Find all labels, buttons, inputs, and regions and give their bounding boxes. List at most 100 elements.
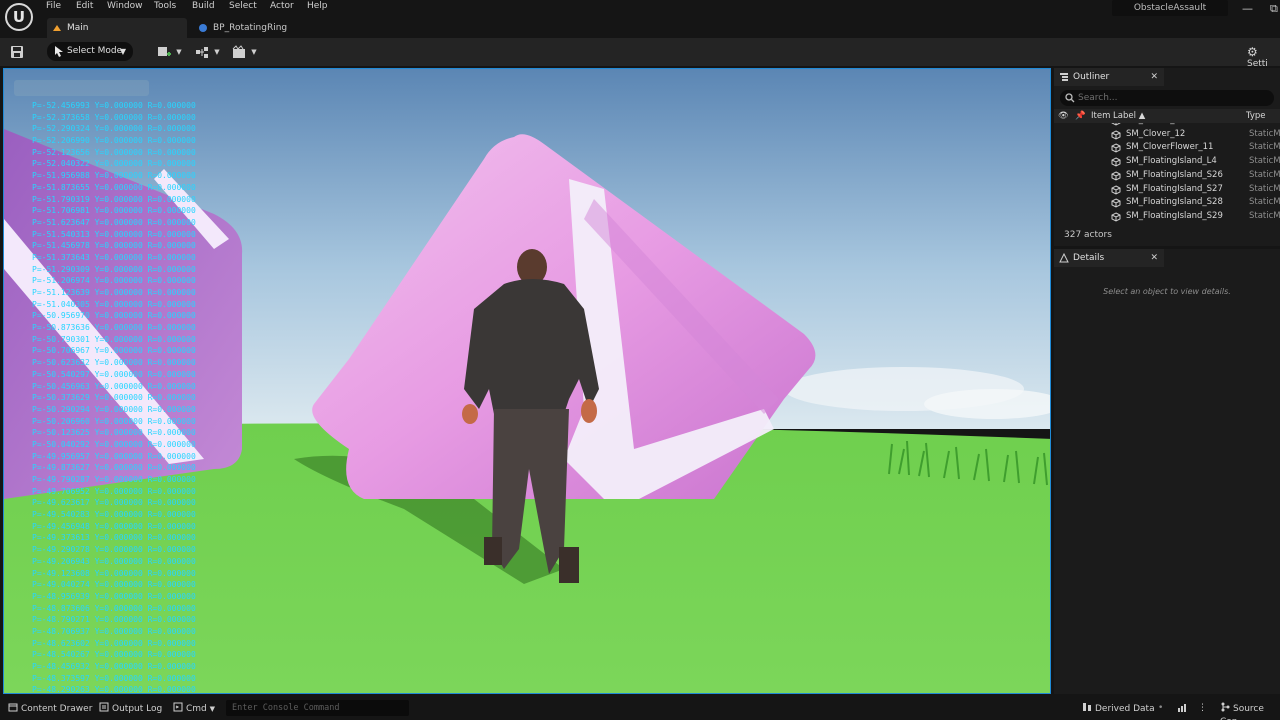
visibility-eye-icon[interactable]: 👁 bbox=[1058, 109, 1069, 123]
content-drawer-button[interactable]: Content Drawer bbox=[8, 702, 92, 716]
tab-main-label: Main bbox=[67, 23, 89, 33]
outliner-row[interactable]: SM_FloatingIsland_S26 StaticM bbox=[1054, 169, 1280, 183]
unreal-logo-icon[interactable]: U bbox=[5, 3, 33, 31]
debug-log-line: P=-48.956939 Y=0.000000 R=0.000000 bbox=[32, 591, 196, 601]
chevron-down-icon[interactable]: ▼ bbox=[172, 45, 186, 59]
outliner-row[interactable]: SM_FloatingIsland_L4 StaticM bbox=[1054, 155, 1280, 169]
tab-outliner[interactable]: Outliner ✕ bbox=[1054, 68, 1164, 86]
debug-log-line: P=-51.706981 Y=0.000000 R=0.000000 bbox=[32, 206, 196, 216]
cmd-dropdown[interactable]: Cmd ▼ bbox=[173, 702, 215, 716]
pin-icon[interactable]: 📌 bbox=[1075, 109, 1086, 123]
debug-log-line: P=-50.206960 Y=0.000000 R=0.000000 bbox=[32, 416, 196, 426]
output-log-icon bbox=[99, 702, 109, 712]
chevron-down-icon: ▼ bbox=[209, 705, 216, 713]
cursor-arrow-icon bbox=[55, 46, 63, 57]
debug-log-line: P=-51.790319 Y=0.000000 R=0.000000 bbox=[32, 194, 196, 204]
add-actor-icon[interactable] bbox=[157, 45, 171, 59]
output-log-button[interactable]: Output Log bbox=[99, 702, 162, 716]
menu-build[interactable]: Build bbox=[192, 1, 215, 11]
debug-log-line: P=-51.290309 Y=0.000000 R=0.000000 bbox=[32, 264, 196, 274]
outliner-panel: Outliner ✕ Search... 👁 📌 Item Label ▲ Ty… bbox=[1054, 68, 1280, 246]
viewport-options-bar[interactable] bbox=[14, 80, 149, 96]
tab-bp-label: BP_RotatingRing bbox=[213, 23, 288, 33]
outliner-row[interactable]: SM_Clover_12 StaticM bbox=[1054, 128, 1280, 142]
chevron-down-icon: ▼ bbox=[119, 47, 126, 56]
close-icon[interactable]: ✕ bbox=[1150, 68, 1158, 86]
settings-button[interactable]: ⚙ Setti bbox=[1247, 45, 1280, 69]
revision-control-icon[interactable] bbox=[1177, 703, 1187, 713]
debug-log-line: P=-49.956957 Y=0.000000 R=0.000000 bbox=[32, 451, 196, 461]
debug-log-line: P=-52.206990 Y=0.000000 R=0.000000 bbox=[32, 136, 196, 146]
outliner-row[interactable]: SM_FloatingIsland_S29 StaticM bbox=[1054, 210, 1280, 224]
outliner-row-type: StaticM bbox=[1249, 142, 1280, 153]
outliner-row-type: StaticM bbox=[1249, 156, 1280, 167]
outliner-row-label: SM_FloatingIsland_S26 bbox=[1126, 169, 1223, 180]
chevron-down-icon[interactable]: ▼ bbox=[247, 45, 261, 59]
debug-log-line: P=-50.040292 Y=0.000000 R=0.000000 bbox=[32, 439, 196, 449]
search-placeholder: Search... bbox=[1078, 93, 1118, 103]
content-drawer-label: Content Drawer bbox=[21, 704, 93, 714]
debug-log-line: P=-48.456932 Y=0.000000 R=0.000000 bbox=[32, 662, 196, 671]
menu-select[interactable]: Select bbox=[229, 1, 257, 11]
debug-log-line: P=-48.706937 Y=0.000000 R=0.000000 bbox=[32, 626, 196, 636]
chevron-down-icon[interactable]: ▼ bbox=[210, 45, 224, 59]
debug-log-line: P=-48.873606 Y=0.000000 R=0.000000 bbox=[32, 603, 196, 613]
debug-log-line: P=-51.540313 Y=0.000000 R=0.000000 bbox=[32, 229, 196, 239]
outliner-row-type: StaticM bbox=[1249, 210, 1280, 221]
close-icon[interactable]: ✕ bbox=[1150, 249, 1158, 267]
menu-actor[interactable]: Actor bbox=[270, 1, 294, 11]
debug-log-line: P=-49.456948 Y=0.000000 R=0.000000 bbox=[32, 521, 196, 531]
static-mesh-icon bbox=[1111, 157, 1121, 167]
debug-log-line: P=-50.790301 Y=0.000000 R=0.000000 bbox=[32, 334, 196, 344]
tab-bp-rotatingring[interactable]: BP_RotatingRing bbox=[193, 18, 313, 38]
project-name: ObstacleAssault bbox=[1112, 0, 1228, 16]
details-panel: Details ✕ Select an object to view detai… bbox=[1054, 249, 1280, 694]
derived-data-button[interactable]: Derived Data bbox=[1082, 702, 1155, 716]
source-control-button[interactable]: Source Con bbox=[1220, 702, 1280, 720]
cmd-label: Cmd bbox=[186, 704, 207, 714]
cinematics-icon[interactable] bbox=[232, 45, 246, 59]
outliner-row-label: SM_FloatingIsland_S27 bbox=[1126, 183, 1223, 194]
restore-icon[interactable]: ⧉ bbox=[1270, 2, 1278, 16]
level-viewport[interactable]: P=-52.456993 Y=0.000000 R=0.000000 P=-52.… bbox=[3, 68, 1051, 694]
details-tab-label: Details bbox=[1073, 253, 1105, 263]
tab-details[interactable]: Details ✕ bbox=[1054, 249, 1164, 267]
actor-count: 327 actors bbox=[1054, 225, 1280, 245]
menu-help[interactable]: Help bbox=[307, 1, 328, 11]
static-mesh-icon bbox=[1111, 171, 1121, 181]
debug-log-line: P=-51.456978 Y=0.000000 R=0.000000 bbox=[32, 241, 196, 251]
menu-file[interactable]: File bbox=[46, 1, 61, 11]
outliner-row[interactable]: SM_CloverFlower_11 StaticM bbox=[1054, 141, 1280, 155]
debug-log-line: P=-51.956988 Y=0.000000 R=0.000000 bbox=[32, 171, 196, 181]
debug-log-line: P=-51.040305 Y=0.000000 R=0.000000 bbox=[32, 299, 196, 309]
derived-data-label: Derived Data bbox=[1095, 704, 1155, 714]
col-item-label[interactable]: Item Label ▲ bbox=[1091, 109, 1145, 123]
details-empty-message: Select an object to view details. bbox=[1103, 287, 1231, 296]
debug-log-line: P=-48.540267 Y=0.000000 R=0.000000 bbox=[32, 650, 196, 660]
static-mesh-icon bbox=[1111, 198, 1121, 208]
select-mode-dropdown[interactable]: Select Mode ▼ bbox=[47, 42, 133, 61]
outliner-row-type: StaticM bbox=[1249, 183, 1280, 194]
outliner-row-type: StaticM bbox=[1249, 197, 1280, 208]
menu-tools[interactable]: Tools bbox=[154, 1, 176, 11]
menu-edit[interactable]: Edit bbox=[76, 1, 93, 11]
outliner-row-type: StaticM bbox=[1249, 169, 1280, 180]
menu-window[interactable]: Window bbox=[107, 1, 143, 11]
outliner-row[interactable]: SM_FloatingIsland_S28 StaticM bbox=[1054, 196, 1280, 210]
debug-log-line: P=-50.873636 Y=0.000000 R=0.000000 bbox=[32, 323, 196, 333]
menu-bar: U File Edit Window Tools Build Select Ac… bbox=[0, 0, 1280, 31]
outliner-search-input[interactable]: Search... bbox=[1060, 90, 1274, 106]
debug-log-line: P=-49.040274 Y=0.000000 R=0.000000 bbox=[32, 580, 196, 590]
blueprint-toolbar-icon[interactable] bbox=[195, 45, 209, 59]
save-icon[interactable] bbox=[10, 45, 24, 59]
col-type[interactable]: Type bbox=[1246, 109, 1266, 123]
debug-log-line: P=-51.623647 Y=0.000000 R=0.000000 bbox=[32, 217, 196, 227]
tab-main[interactable]: Main bbox=[47, 18, 187, 38]
debug-log-line: P=-52.456993 Y=0.000000 R=0.000000 bbox=[32, 101, 196, 110]
outliner-column-header: 👁 📌 Item Label ▲ Type bbox=[1054, 109, 1280, 123]
outliner-row-label: SM_FloatingIsland_L4 bbox=[1126, 156, 1217, 167]
console-command-input[interactable]: Enter Console Command bbox=[226, 700, 409, 716]
outliner-row[interactable]: SM_FloatingIsland_S27 StaticM bbox=[1054, 183, 1280, 197]
minimize-icon[interactable]: — bbox=[1242, 2, 1253, 15]
more-options-icon[interactable]: ⋮ bbox=[1198, 702, 1207, 715]
